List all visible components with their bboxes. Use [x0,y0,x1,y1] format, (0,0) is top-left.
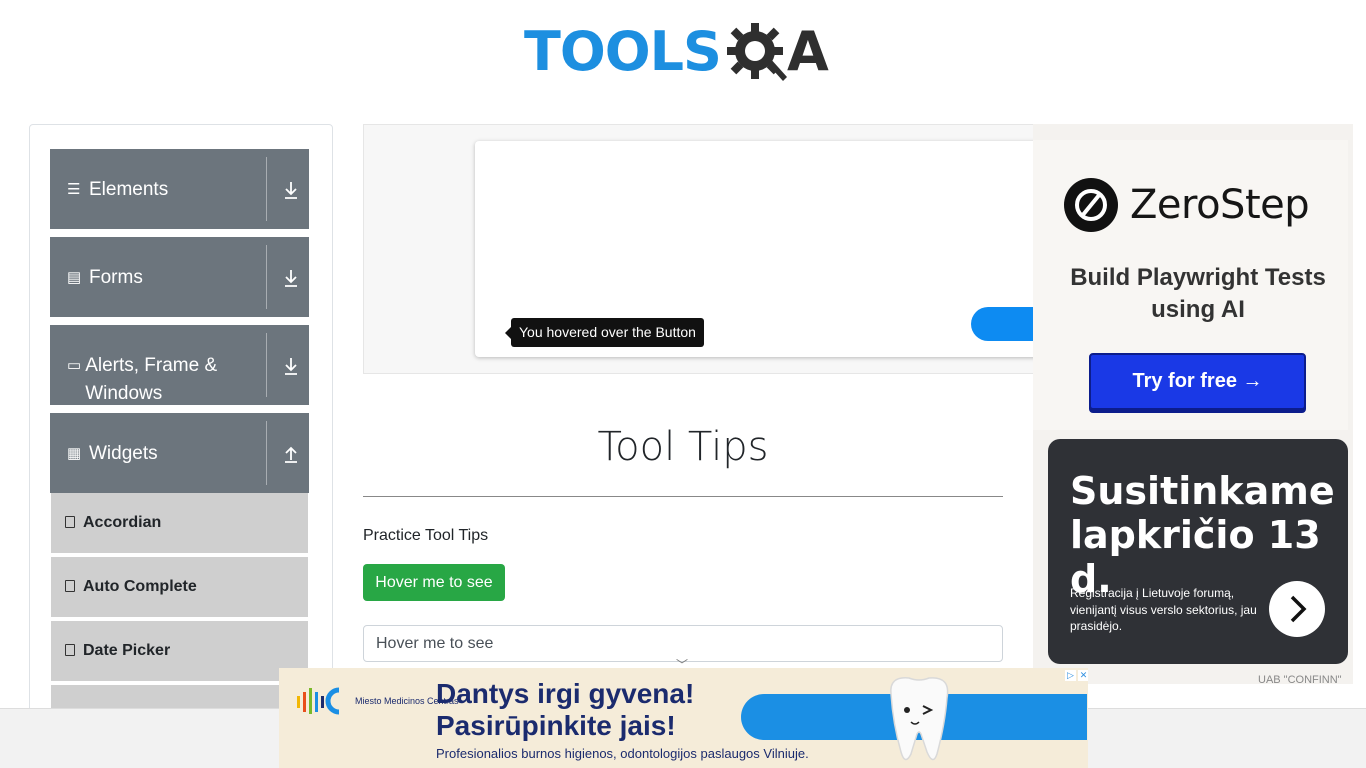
bottom-ad[interactable]: Miesto Medicinos Centras Dantys irgi gyv… [279,668,1088,768]
arrow-up-icon[interactable] [282,443,300,465]
bottom-ad-subline: Profesionalios burnos higienos, odontolo… [436,746,809,761]
window-icon: ▭ [67,357,82,374]
arrow-down-icon[interactable] [282,355,300,377]
logo-a-text: A [786,20,829,83]
confinn-body: Registracija į Lietuvoje forumą, vienija… [1070,586,1257,633]
sidebar-group-alerts[interactable]: ▭ Alerts, Frame & Windows [50,325,309,405]
zerostep-brand: ZeroStep [1130,182,1310,228]
document-icon: ▤ [67,269,82,286]
confinn-ad[interactable]: Susitinkame lapkričio 13 d. Registracija… [1048,439,1348,664]
group-label: Elements [89,179,169,200]
divider [363,496,1003,497]
practice-label: Practice Tool Tips [363,527,489,544]
group-label: Widgets [89,443,158,464]
group-title: ▤ Forms [67,237,247,317]
mmc-logo: Miesto Medicinos Centras [295,684,459,718]
advertiser-label: UAB "CONFINN" [1258,674,1342,686]
toolsqa-logo[interactable]: TOOLS A [524,14,848,90]
sidebar-item-label: Auto Complete [83,578,197,595]
group-title: ☰ Elements [67,149,247,229]
sidebar-item-label: Accordian [83,514,162,531]
group-title: ▭ Alerts, Frame & Windows [67,325,247,405]
page-title: Tool Tips [597,424,769,470]
html-icon [65,580,75,592]
mmc-bars-icon [297,687,340,715]
chevron-right-icon[interactable] [1269,581,1325,637]
divider [266,333,267,397]
headline-line-1: Dantys irgi gyvena! [436,678,695,709]
sidebar-item-auto-complete[interactable]: Auto Complete [51,557,308,619]
zerostep-mark-icon [1064,178,1118,232]
group-label: Forms [89,267,143,288]
gear-icon [726,23,787,81]
logo-tools-text: TOOLS [524,20,722,83]
headline-line-2: Pasirūpinkite jais! [436,710,676,741]
tooth-icon [890,677,949,761]
page: TOOLS A ☰ Elements ▤ Forms ▭ Alerts, Fra… [0,0,1366,768]
sidebar: ☰ Elements ▤ Forms ▭ Alerts, Frame & Win… [29,124,333,724]
ad-info-icon[interactable]: ▷ [1065,670,1076,681]
divider [266,245,267,309]
list-icon: ☰ [67,181,81,198]
sidebar-item-date-picker[interactable]: Date Picker [51,621,308,683]
grid-icon: ▦ [67,445,82,462]
divider [266,421,267,485]
group-title: ▦ Widgets [67,413,247,493]
tooltip: You hovered over the Button [505,318,704,347]
divider [266,157,267,221]
html-icon [65,516,75,528]
sidebar-group-elements[interactable]: ☰ Elements [50,149,309,229]
try-for-free-button[interactable]: Try for free → [1089,353,1306,410]
zerostep-tagline: Build Playwright Tests using AI [1070,264,1326,323]
zerostep-logo: ZeroStep [1064,178,1310,232]
html-icon [65,644,75,656]
bottom-ad-headline: Dantys irgi gyvena! Pasirūpinkite jais! [436,678,694,742]
sidebar-group-widgets[interactable]: ▦ Widgets [50,413,309,493]
sidebar-item-accordian[interactable]: Accordian [51,493,308,555]
hover-input-value: Hover me to see [376,634,494,652]
sidebar-group-forms[interactable]: ▤ Forms [50,237,309,317]
close-icon[interactable]: ✕ [1078,670,1088,681]
sidebar-item-label: Date Picker [83,642,171,659]
hover-button[interactable]: Hover me to see [363,564,505,601]
ad-controls[interactable]: ▷ ✕ [1065,670,1088,681]
arrow-down-icon[interactable] [282,267,300,289]
group-label: Alerts, Frame & Windows [85,355,218,404]
arrow-down-icon[interactable] [282,179,300,201]
